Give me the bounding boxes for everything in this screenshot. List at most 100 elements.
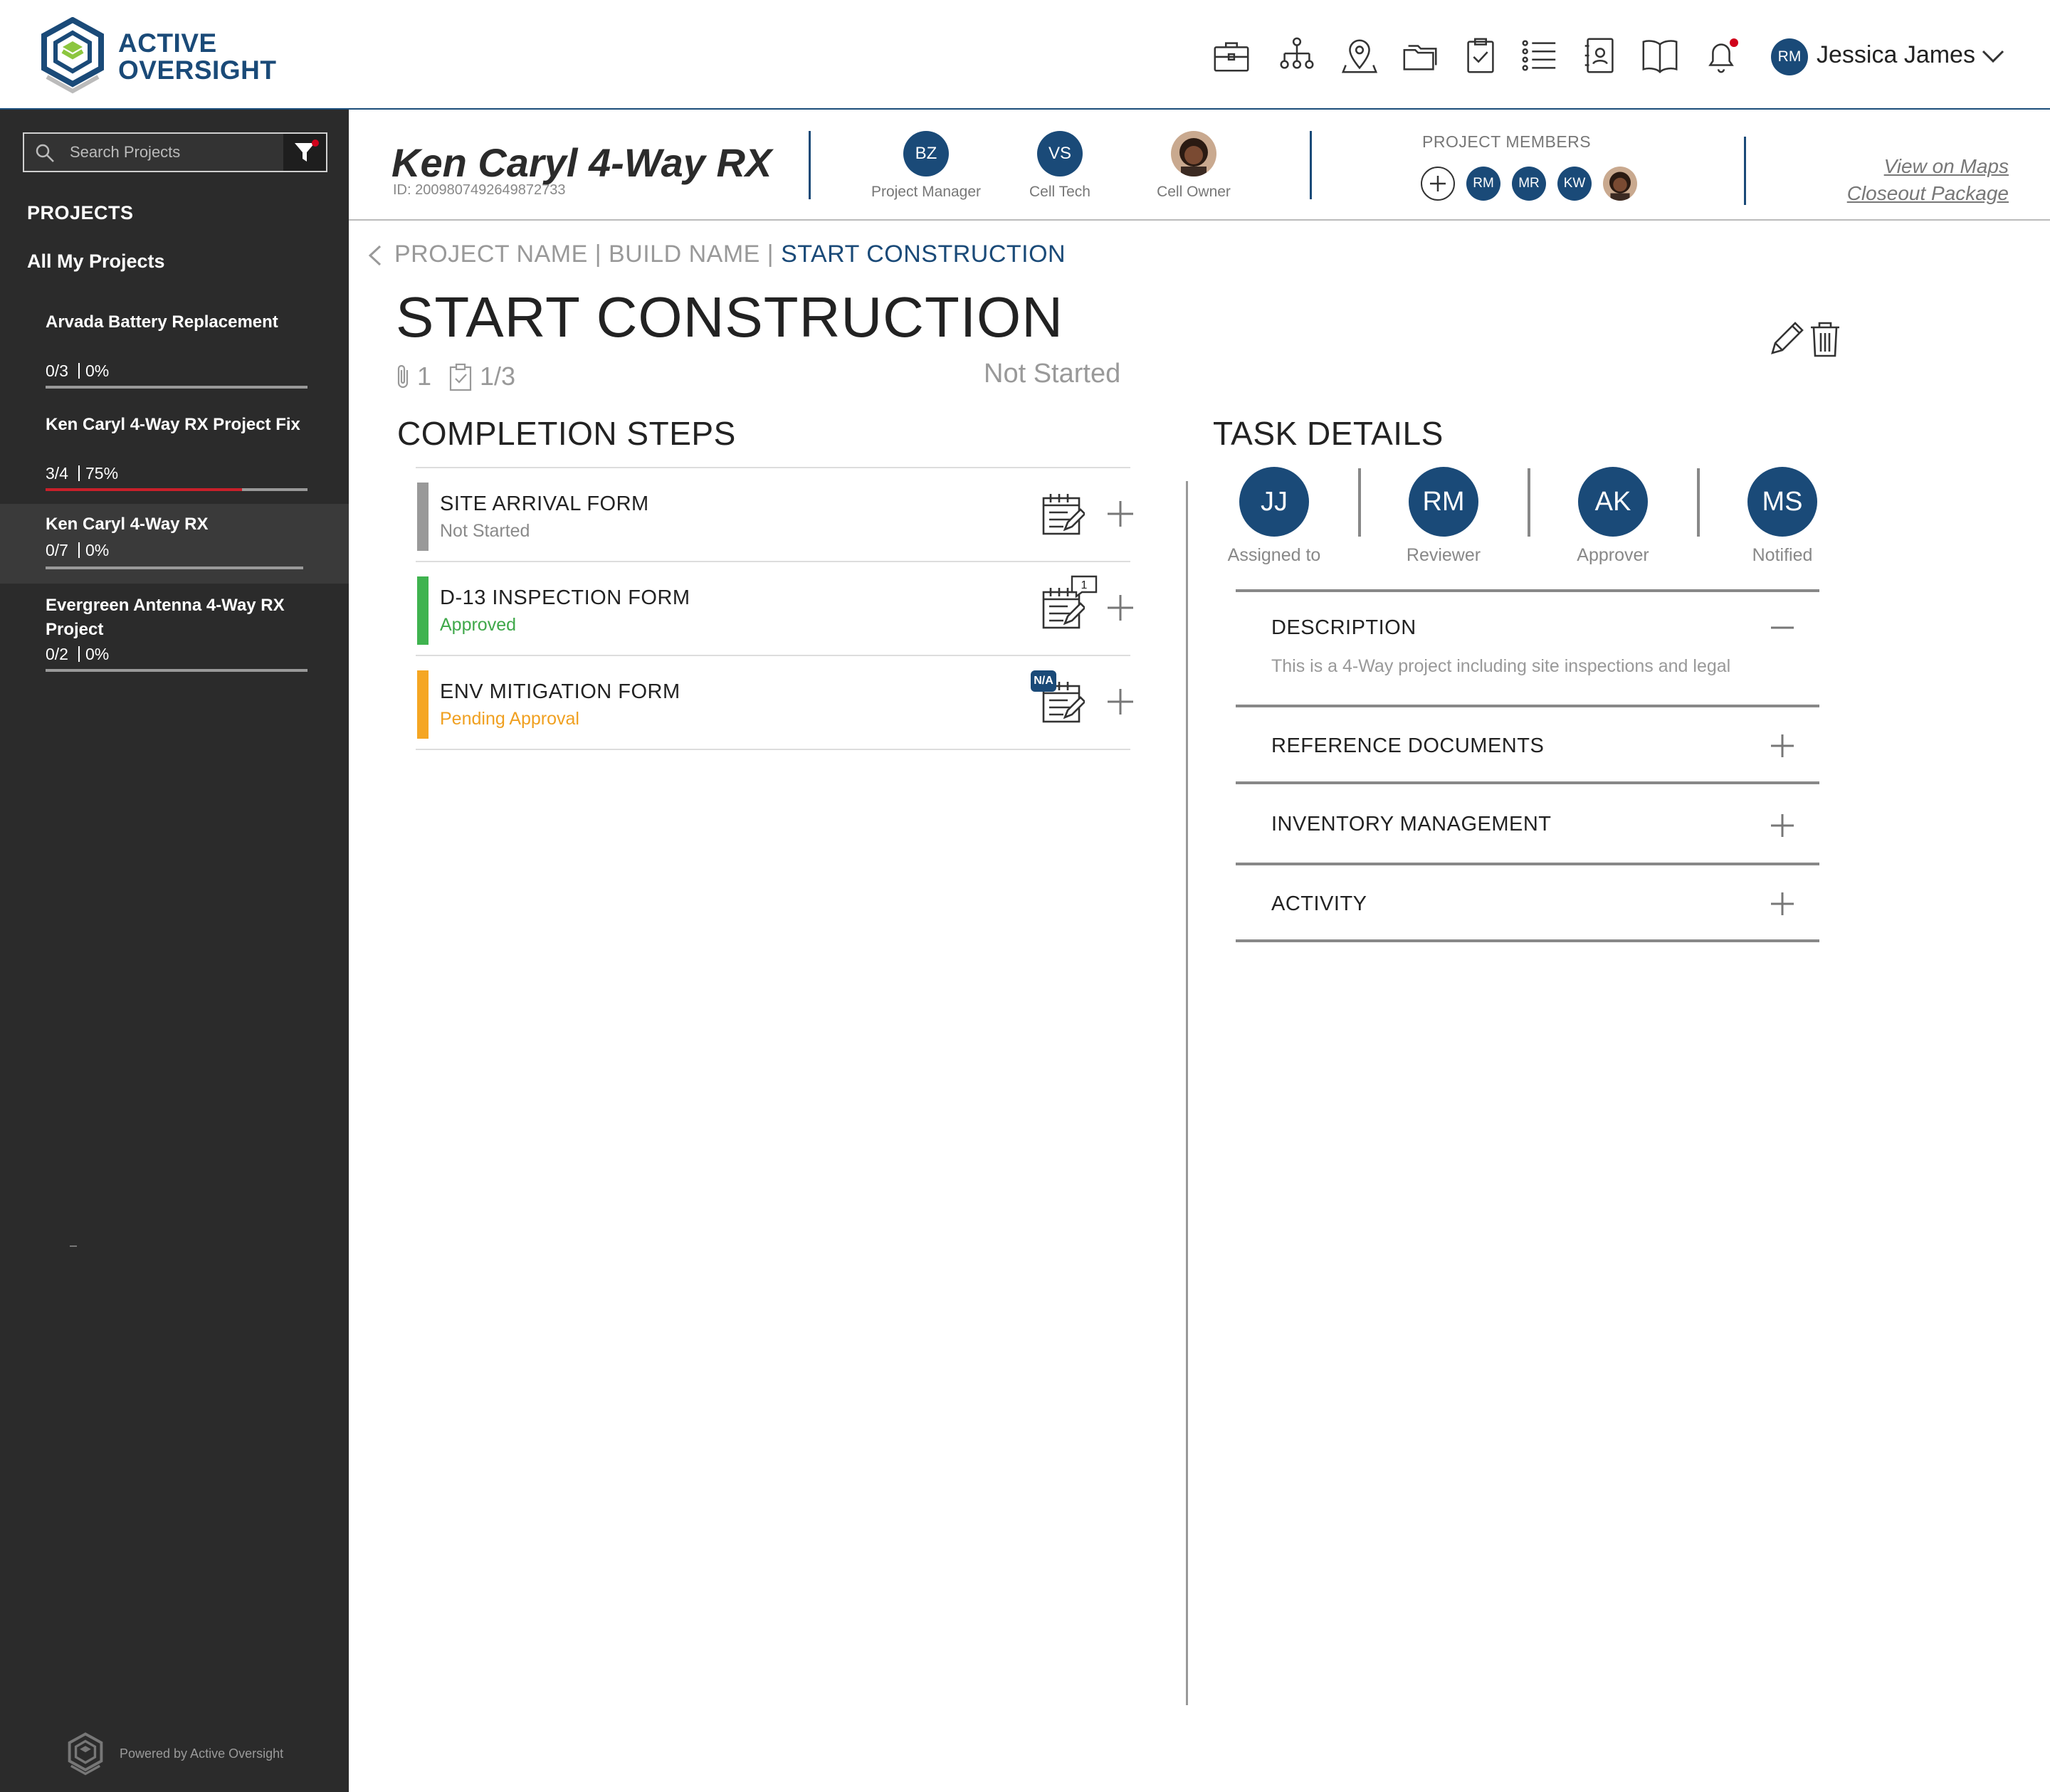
- add-step-plus-icon[interactable]: [1105, 592, 1136, 623]
- avatar: MS: [1747, 467, 1817, 537]
- all-projects-link[interactable]: All My Projects: [27, 251, 165, 273]
- member-avatar[interactable]: KW: [1557, 167, 1592, 201]
- role-label: Cell Owner: [1157, 184, 1231, 200]
- accordion-description: DESCRIPTION This is a 4-Way project incl…: [1236, 592, 1819, 707]
- accordion-title[interactable]: INVENTORY MANAGEMENT: [1271, 813, 1552, 836]
- checklist-icon: [449, 363, 472, 391]
- breadcrumb-current: START CONSTRUCTION: [781, 241, 1066, 268]
- add-step-plus-icon[interactable]: [1105, 498, 1136, 529]
- collapse-minus-icon[interactable]: [1768, 613, 1797, 642]
- project-name: Evergreen Antenna 4-Way RX Project: [46, 596, 285, 639]
- accordion-title[interactable]: ACTIVITY: [1271, 892, 1367, 916]
- project-progress-bar: [46, 386, 308, 389]
- step-name: D-13 INSPECTION FORM: [440, 586, 690, 609]
- assignee-notified[interactable]: MS Notified: [1725, 467, 1839, 566]
- closeout-package-link[interactable]: Closeout Package: [1847, 182, 2009, 205]
- header-divider: [809, 131, 811, 199]
- avatar: RM: [1409, 467, 1478, 537]
- role-cell-tech[interactable]: VS Cell Tech: [999, 131, 1120, 201]
- member-avatar[interactable]: RM: [1466, 167, 1500, 201]
- project-list-item-active[interactable]: Ken Caryl 4-Way RX 0/7 0%: [0, 504, 349, 584]
- expand-plus-icon[interactable]: [1768, 811, 1797, 840]
- contacts-book-icon[interactable]: [1579, 34, 1621, 77]
- trash-icon[interactable]: [1808, 319, 1842, 359]
- folders-icon[interactable]: [1399, 34, 1442, 77]
- project-progress-bar: [46, 566, 303, 569]
- open-book-icon[interactable]: [1639, 34, 1681, 77]
- bell-icon[interactable]: [1700, 34, 1742, 77]
- member-avatar-photo[interactable]: [1603, 167, 1637, 201]
- breadcrumb-separator: |: [594, 241, 602, 268]
- accordion-title[interactable]: DESCRIPTION: [1271, 616, 1416, 640]
- step-row[interactable]: ENV MITIGATION FORM Pending Approval N/A: [416, 656, 1133, 750]
- project-stats: 0/7 0%: [46, 541, 109, 560]
- assignee-approver[interactable]: AK Approver: [1556, 467, 1670, 566]
- description-text: This is a 4-Way project including site i…: [1271, 656, 1731, 676]
- project-id: ID: 200980749264987​2733: [393, 182, 566, 198]
- chevron-down-icon[interactable]: [1980, 46, 2006, 67]
- add-member-button[interactable]: [1421, 167, 1455, 201]
- avatar: VS: [1037, 131, 1083, 176]
- project-stats: 0/2 0%: [46, 645, 109, 664]
- completion-steps-heading: COMPLETION STEPS: [397, 415, 736, 452]
- assignee-reviewer[interactable]: RM Reviewer: [1387, 467, 1500, 566]
- comment-badge-icon[interactable]: 1: [1071, 575, 1098, 598]
- logo-line-1: ACTIVE: [118, 28, 217, 58]
- add-step-plus-icon[interactable]: [1105, 686, 1136, 717]
- completion-steps-list: SITE ARRIVAL FORM Not Started D-13 INSPE…: [416, 467, 1133, 750]
- active-oversight-logo[interactable]: ACTIVE OVERSIGHT: [37, 17, 276, 95]
- project-name: Arvada Battery Replacement: [46, 312, 278, 332]
- header-divider: [1744, 137, 1746, 205]
- breadcrumb-build[interactable]: BUILD NAME: [609, 241, 760, 268]
- notification-dot: [1730, 38, 1738, 47]
- view-on-maps-link[interactable]: View on Maps: [1884, 155, 2009, 178]
- user-name[interactable]: Jessica James: [1817, 41, 1975, 69]
- expand-plus-icon[interactable]: [1768, 732, 1797, 760]
- assignee-divider: [1528, 468, 1530, 537]
- column-divider: [1186, 481, 1188, 1705]
- step-name: SITE ARRIVAL FORM: [440, 492, 649, 515]
- back-chevron-icon[interactable]: [366, 242, 384, 269]
- user-avatar[interactable]: RM: [1771, 38, 1808, 75]
- accordion-inventory-management: INVENTORY MANAGEMENT: [1236, 787, 1819, 865]
- step-row[interactable]: D-13 INSPECTION FORM Approved 1: [416, 562, 1133, 656]
- expand-plus-icon[interactable]: [1768, 890, 1797, 918]
- form-notepad-icon[interactable]: [1041, 492, 1085, 537]
- role-cell-owner[interactable]: Cell Owner: [1133, 131, 1254, 201]
- step-status: Pending Approval: [440, 709, 579, 729]
- accordion-title[interactable]: REFERENCE DOCUMENTS: [1271, 734, 1544, 758]
- role-project-manager[interactable]: BZ Project Manager: [866, 131, 987, 201]
- attachment-count: 1: [417, 362, 432, 391]
- org-chart-icon[interactable]: [1276, 34, 1318, 77]
- assignee-assigned-to[interactable]: JJ Assigned to: [1217, 467, 1331, 566]
- project-list-item[interactable]: Arvada Battery Replacement 0/3 0%: [0, 300, 349, 396]
- logo-wordmark: ACTIVE OVERSIGHT: [118, 30, 276, 84]
- project-stats: 3/4 75%: [46, 464, 118, 483]
- step-row[interactable]: SITE ARRIVAL FORM Not Started: [416, 468, 1133, 562]
- map-pin-icon[interactable]: [1338, 34, 1381, 77]
- filter-button[interactable]: [283, 134, 326, 171]
- project-done-count: 0/2: [46, 645, 68, 663]
- logo-line-2: OVERSIGHT: [118, 56, 277, 85]
- briefcase-icon[interactable]: [1210, 34, 1253, 77]
- project-list-item[interactable]: Evergreen Antenna 4-Way RX Project 0/2 0%: [0, 591, 349, 683]
- avatar: AK: [1578, 467, 1648, 537]
- breadcrumb-project[interactable]: PROJECT NAME: [394, 241, 588, 268]
- step-status-bar: [417, 576, 429, 645]
- task-details-heading: TASK DETAILS: [1213, 415, 1444, 452]
- project-list-item[interactable]: Ken Caryl 4-Way RX Project Fix 3/4 75%: [0, 403, 349, 495]
- step-status: Approved: [440, 615, 517, 635]
- avatar-photo: [1171, 131, 1216, 176]
- sidebar-divider: [70, 1245, 77, 1247]
- assignee-divider: [1358, 468, 1361, 537]
- search-box: [23, 132, 327, 172]
- checklist-count: 1/3: [480, 362, 516, 391]
- step-status: Not Started: [440, 521, 530, 541]
- clipboard-check-icon[interactable]: [1459, 34, 1502, 77]
- list-icon[interactable]: [1518, 34, 1560, 77]
- project-done-count: 0/3: [46, 362, 68, 380]
- search-input[interactable]: [70, 134, 305, 171]
- member-avatar[interactable]: MR: [1512, 167, 1546, 201]
- pencil-icon[interactable]: [1767, 319, 1807, 359]
- project-members-label: PROJECT MEMBERS: [1422, 132, 1592, 151]
